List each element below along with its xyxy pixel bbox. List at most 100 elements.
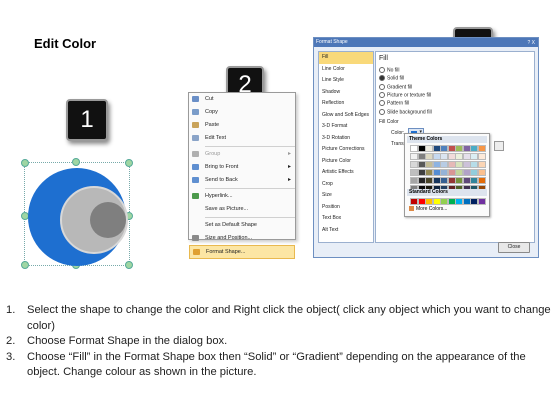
page-title: Edit Color (34, 36, 97, 51)
menu-item-label: Paste (205, 122, 220, 128)
menu-item-set-as-default-shape[interactable]: Set as Default Shape (189, 219, 295, 232)
radio-label: Picture or texture fill (387, 92, 432, 99)
category-position[interactable]: Position (319, 202, 373, 214)
more-colors-link[interactable]: More Colors... (409, 206, 447, 212)
category-3-d-rotation[interactable]: 3-D Rotation (319, 133, 373, 145)
fill-color-label: Fill Color (379, 119, 399, 125)
radio-label: Solid fill (387, 75, 405, 82)
rotation-handle[interactable] (72, 158, 80, 166)
chevron-right-icon: ▸ (287, 177, 291, 183)
menu-separator (205, 188, 295, 189)
menu-item-group[interactable]: Group ▸ (189, 148, 295, 161)
menu-item-edit-text[interactable]: Edit Text (189, 132, 295, 145)
instruction-number: 1. (6, 304, 16, 316)
resize-handle[interactable] (125, 261, 133, 269)
resize-handle[interactable] (21, 159, 29, 167)
fill-option-solid-fill[interactable]: Solid fill (379, 75, 405, 82)
category-alt-text[interactable]: Alt Text (319, 225, 373, 237)
color-label: Color: (391, 130, 405, 136)
resize-handle[interactable] (125, 159, 133, 167)
instruction-item: 1. Select the shape to change the color a… (6, 303, 551, 334)
menu-item-label: Cut (205, 96, 214, 102)
menu-item-label: Copy (205, 109, 218, 115)
category-shadow[interactable]: Shadow (319, 87, 373, 99)
instruction-text: Select the shape to change the color and… (27, 304, 551, 332)
fill-option-gradient-fill[interactable]: Gradient fill (379, 83, 413, 90)
category-glow-and-soft-edges[interactable]: Glow and Soft Edges (319, 110, 373, 122)
menu-item-paste[interactable]: Paste (189, 119, 295, 132)
menu-item-copy[interactable]: Copy (189, 106, 295, 119)
fill-option-pattern-fill[interactable]: Pattern fill (379, 100, 409, 107)
fill-heading: Fill (379, 55, 388, 62)
menu-item-label: Group (205, 151, 221, 157)
menu-item-size-and-position[interactable]: Size and Position... (189, 232, 295, 245)
fill-option-slide-background-fill[interactable]: Slide background fill (379, 108, 432, 115)
group-icon (192, 151, 199, 157)
theme-color-swatch[interactable] (477, 153, 486, 160)
standard-color-grid (410, 198, 486, 205)
category-line-color[interactable]: Line Color (319, 64, 373, 76)
dialog-title: Format Shape (316, 39, 348, 45)
menu-item-cut[interactable]: Cut (189, 93, 295, 106)
theme-color-swatch[interactable] (477, 161, 486, 168)
menu-item-label: Edit Text (205, 135, 226, 141)
category-size[interactable]: Size (319, 190, 373, 202)
menu-item-label: Send to Back (205, 177, 238, 183)
category-picture-color[interactable]: Picture Color (319, 156, 373, 168)
category-line-style[interactable]: Line Style (319, 75, 373, 87)
menu-item-format-shape[interactable]: Format Shape... (189, 245, 295, 259)
menu-item-bring-to-front[interactable]: Bring to Front ▸ (189, 161, 295, 174)
standard-colors-heading: Standard Colors (407, 189, 487, 196)
menu-item-save-as-picture[interactable]: Save as Picture... (189, 203, 295, 216)
category-reflection[interactable]: Reflection (319, 98, 373, 110)
chevron-right-icon: ▸ (287, 151, 291, 157)
edit-text-icon (192, 135, 199, 141)
menu-separator (205, 217, 295, 218)
instruction-list: 1. Select the shape to change the color a… (6, 303, 551, 381)
menu-separator (205, 146, 295, 147)
dialog-title-buttons[interactable]: ? X (525, 39, 535, 48)
copy-icon (192, 109, 199, 115)
color-palette-dropdown: Theme Colors Standard Colors More Colors… (404, 133, 490, 217)
menu-item-label: Hyperlink... (205, 193, 233, 199)
theme-color-swatch[interactable] (477, 145, 486, 152)
standard-color-swatch[interactable] (477, 198, 486, 205)
scissors-icon (192, 96, 199, 102)
fill-option-picture-or-texture-fill[interactable]: Picture or texture fill (379, 91, 432, 99)
category-list: Fill Line Color Line Style Shadow Reflection… (318, 51, 374, 243)
theme-color-swatch[interactable] (477, 169, 486, 176)
radio-button[interactable] (379, 91, 385, 98)
menu-item-label: Size and Position... (205, 235, 253, 241)
transparency-spinner[interactable] (494, 141, 504, 151)
instruction-item: 3. Choose “Fill” in the Format Shape box … (6, 350, 551, 381)
radio-button[interactable] (379, 108, 385, 115)
radio-button[interactable] (379, 75, 385, 82)
menu-item-hyperlink[interactable]: Hyperlink... (189, 190, 295, 203)
dialog-title-bar[interactable]: Format Shape ? X (314, 38, 538, 47)
radio-button[interactable] (379, 83, 385, 90)
instruction-item: 2. Choose Format Shape in the dialog box. (6, 334, 551, 350)
menu-item-send-to-back[interactable]: Send to Back ▸ (189, 174, 295, 187)
radio-label: Gradient fill (387, 83, 413, 90)
selected-shape[interactable] (20, 158, 134, 269)
step-badge-1: 1 (66, 99, 108, 141)
size-icon (192, 235, 199, 241)
fill-option-no-fill[interactable]: No fill (379, 67, 400, 73)
radio-button[interactable] (379, 100, 385, 107)
category-fill[interactable]: Fill (319, 52, 373, 64)
radio-button[interactable] (379, 67, 385, 73)
theme-color-swatch[interactable] (477, 177, 486, 184)
close-button[interactable]: Close (498, 242, 530, 253)
category-artistic-effects[interactable]: Artistic Effects (319, 167, 373, 179)
inner-circle-shape[interactable] (90, 202, 126, 238)
category-text-box[interactable]: Text Box (319, 213, 373, 225)
category-crop[interactable]: Crop (319, 179, 373, 191)
category-picture-corrections[interactable]: Picture Corrections (319, 144, 373, 156)
format-shape-icon (193, 249, 200, 255)
resize-handle[interactable] (21, 261, 29, 269)
context-menu: Cut Copy Paste Edit Text Group ▸ Bring to Fron… (188, 92, 296, 259)
radio-label: No fill (387, 67, 400, 74)
instruction-text: Choose Format Shape in the dialog box. (27, 335, 228, 348)
menu-item-label: Set as Default Shape (205, 222, 257, 228)
category-3-d-format[interactable]: 3-D Format (319, 121, 373, 133)
